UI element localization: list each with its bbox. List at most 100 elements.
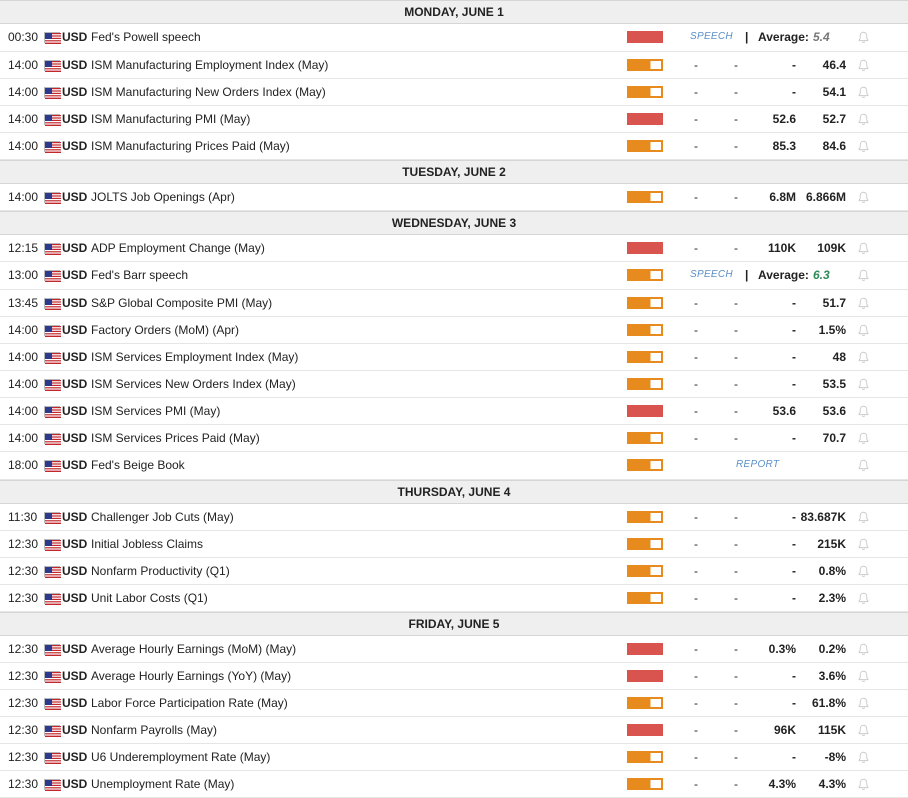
event-row[interactable]: 14:00 USD JOLTS Job Openings (Apr) - - 6.8M 6.…: [0, 184, 908, 211]
previous-value: -: [792, 377, 796, 391]
bell-icon[interactable]: [857, 771, 871, 791]
bell-icon[interactable]: [857, 79, 871, 99]
bell-icon[interactable]: [857, 558, 871, 578]
currency-code: USD: [62, 296, 88, 310]
event-name[interactable]: Nonfarm Payrolls (May): [91, 717, 217, 743]
currency-code: USD: [62, 537, 88, 551]
bell-icon[interactable]: [857, 585, 871, 605]
bell-icon[interactable]: [857, 317, 871, 337]
event-name[interactable]: S&P Global Composite PMI (May): [91, 290, 272, 316]
impact-medium-indicator: [627, 269, 663, 281]
event-row[interactable]: 12:30 USD Unit Labor Costs (Q1) - - - 2.3%: [0, 585, 908, 612]
event-name[interactable]: Fed's Powell speech: [91, 24, 201, 50]
event-row[interactable]: 14:00 USD ISM Services PMI (May) - - 53.6 53.6: [0, 398, 908, 425]
event-row[interactable]: 14:00 USD ISM Services Prices Paid (May) - -…: [0, 425, 908, 452]
event-time: 12:30: [8, 591, 39, 605]
event-name[interactable]: ISM Manufacturing Employment Index (May): [91, 52, 328, 78]
actual-value: -: [694, 112, 698, 126]
event-row[interactable]: 18:00 USD Fed's Beige Book REPORT: [0, 452, 908, 480]
currency-code: USD: [62, 404, 88, 418]
event-name[interactable]: ADP Employment Change (May): [91, 235, 265, 261]
event-time: 12:30: [8, 696, 39, 710]
event-name[interactable]: Labor Force Participation Rate (May): [91, 690, 288, 716]
event-row[interactable]: 14:00 USD ISM Manufacturing Employment Ind…: [0, 52, 908, 79]
actual-value: -: [694, 510, 698, 524]
bell-icon[interactable]: [857, 290, 871, 310]
currency-code: USD: [62, 750, 88, 764]
bell-icon[interactable]: [857, 504, 871, 524]
bell-icon[interactable]: [857, 344, 871, 364]
bell-icon[interactable]: [857, 24, 871, 44]
event-name[interactable]: Unemployment Rate (May): [91, 771, 234, 797]
event-name[interactable]: Average Hourly Earnings (MoM) (May): [91, 636, 296, 662]
bell-icon[interactable]: [857, 133, 871, 153]
event-name[interactable]: Average Hourly Earnings (YoY) (May): [91, 663, 291, 689]
event-name[interactable]: ISM Manufacturing Prices Paid (May): [91, 133, 290, 159]
consensus-value: 2.3%: [818, 591, 846, 605]
consensus-value: 61.8%: [811, 696, 846, 710]
event-name[interactable]: JOLTS Job Openings (Apr): [91, 184, 235, 210]
event-name[interactable]: ISM Services Employment Index (May): [91, 344, 298, 370]
us-flag-icon: [44, 512, 61, 524]
event-name[interactable]: Fed's Beige Book: [91, 452, 185, 478]
bell-icon[interactable]: [857, 636, 871, 656]
event-name[interactable]: Challenger Job Cuts (May): [91, 504, 234, 530]
event-row[interactable]: 12:30 USD Unemployment Rate (May) - - 4.3% 4.3…: [0, 771, 908, 798]
event-row[interactable]: 12:30 USD U6 Underemployment Rate (May) - - -…: [0, 744, 908, 771]
event-name[interactable]: Factory Orders (MoM) (Apr): [91, 317, 239, 343]
day-header: THURSDAY, JUNE 4: [0, 480, 908, 504]
bell-icon[interactable]: [857, 371, 871, 391]
bell-icon[interactable]: [857, 717, 871, 737]
event-row[interactable]: 11:30 USD Challenger Job Cuts (May) - - -83.6…: [0, 504, 908, 531]
event-row[interactable]: 14:00 USD ISM Manufacturing PMI (May) - - 52.…: [0, 106, 908, 133]
event-name[interactable]: Initial Jobless Claims: [91, 531, 203, 557]
currency-code: USD: [62, 510, 88, 524]
bell-icon[interactable]: [857, 425, 871, 445]
bell-icon[interactable]: [857, 690, 871, 710]
forecast-value: -: [734, 190, 738, 204]
event-row[interactable]: 14:00 USD Factory Orders (MoM) (Apr) - - - 1.5…: [0, 317, 908, 344]
event-row[interactable]: 12:30 USD Average Hourly Earnings (YoY) (M…: [0, 663, 908, 690]
bell-icon[interactable]: [857, 106, 871, 126]
event-row[interactable]: 12:30 USD Nonfarm Productivity (Q1) - - - 0.8%: [0, 558, 908, 585]
forecast-value: -: [734, 404, 738, 418]
event-name[interactable]: ISM Manufacturing PMI (May): [91, 106, 250, 132]
impact-high-indicator: [627, 643, 663, 655]
event-row[interactable]: 13:00 USD Fed's Barr speech SPEECH | Average:…: [0, 262, 908, 290]
bell-icon[interactable]: [857, 235, 871, 255]
us-flag-icon: [44, 779, 61, 791]
bell-icon[interactable]: [857, 744, 871, 764]
impact-medium-indicator: [627, 565, 663, 577]
event-row[interactable]: 12:30 USD Labor Force Participation Rate (…: [0, 690, 908, 717]
event-time: 14:00: [8, 323, 39, 337]
event-row[interactable]: 14:00 USD ISM Manufacturing New Orders Ind…: [0, 79, 908, 106]
event-row[interactable]: 14:00 USD ISM Services New Orders Index (M…: [0, 371, 908, 398]
bell-icon[interactable]: [857, 452, 871, 472]
event-name[interactable]: ISM Services New Orders Index (May): [91, 371, 296, 397]
bell-icon[interactable]: [857, 262, 871, 282]
event-row[interactable]: 12:30 USD Initial Jobless Claims - - - 215K: [0, 531, 908, 558]
bell-icon[interactable]: [857, 184, 871, 204]
event-row[interactable]: 14:00 USD ISM Services Employment Index (M…: [0, 344, 908, 371]
event-row[interactable]: 14:00 USD ISM Manufacturing Prices Paid (M…: [0, 133, 908, 160]
event-row[interactable]: 00:30 USD Fed's Powell speech SPEECH | Averag…: [0, 24, 908, 52]
event-row[interactable]: 12:15 USD ADP Employment Change (May) - - 110…: [0, 235, 908, 262]
actual-value: -: [694, 404, 698, 418]
bell-icon[interactable]: [857, 663, 871, 683]
event-row[interactable]: 13:45 USD S&P Global Composite PMI (May) - -…: [0, 290, 908, 317]
event-name[interactable]: Fed's Barr speech: [91, 262, 188, 288]
event-time: 13:00: [8, 268, 39, 282]
bell-icon[interactable]: [857, 52, 871, 72]
event-name[interactable]: ISM Manufacturing New Orders Index (May): [91, 79, 326, 105]
event-name[interactable]: ISM Services Prices Paid (May): [91, 425, 260, 451]
bell-icon[interactable]: [857, 531, 871, 551]
event-row[interactable]: 12:30 USD Average Hourly Earnings (MoM) (M…: [0, 636, 908, 663]
event-row[interactable]: 12:30 USD Nonfarm Payrolls (May) - - 96K 115K: [0, 717, 908, 744]
bell-icon[interactable]: [857, 398, 871, 418]
event-name[interactable]: Nonfarm Productivity (Q1): [91, 558, 230, 584]
event-name[interactable]: ISM Services PMI (May): [91, 398, 220, 424]
forecast-value: -: [734, 241, 738, 255]
event-name[interactable]: U6 Underemployment Rate (May): [91, 744, 270, 770]
event-name[interactable]: Unit Labor Costs (Q1): [91, 585, 208, 611]
forecast-value: -: [734, 431, 738, 445]
